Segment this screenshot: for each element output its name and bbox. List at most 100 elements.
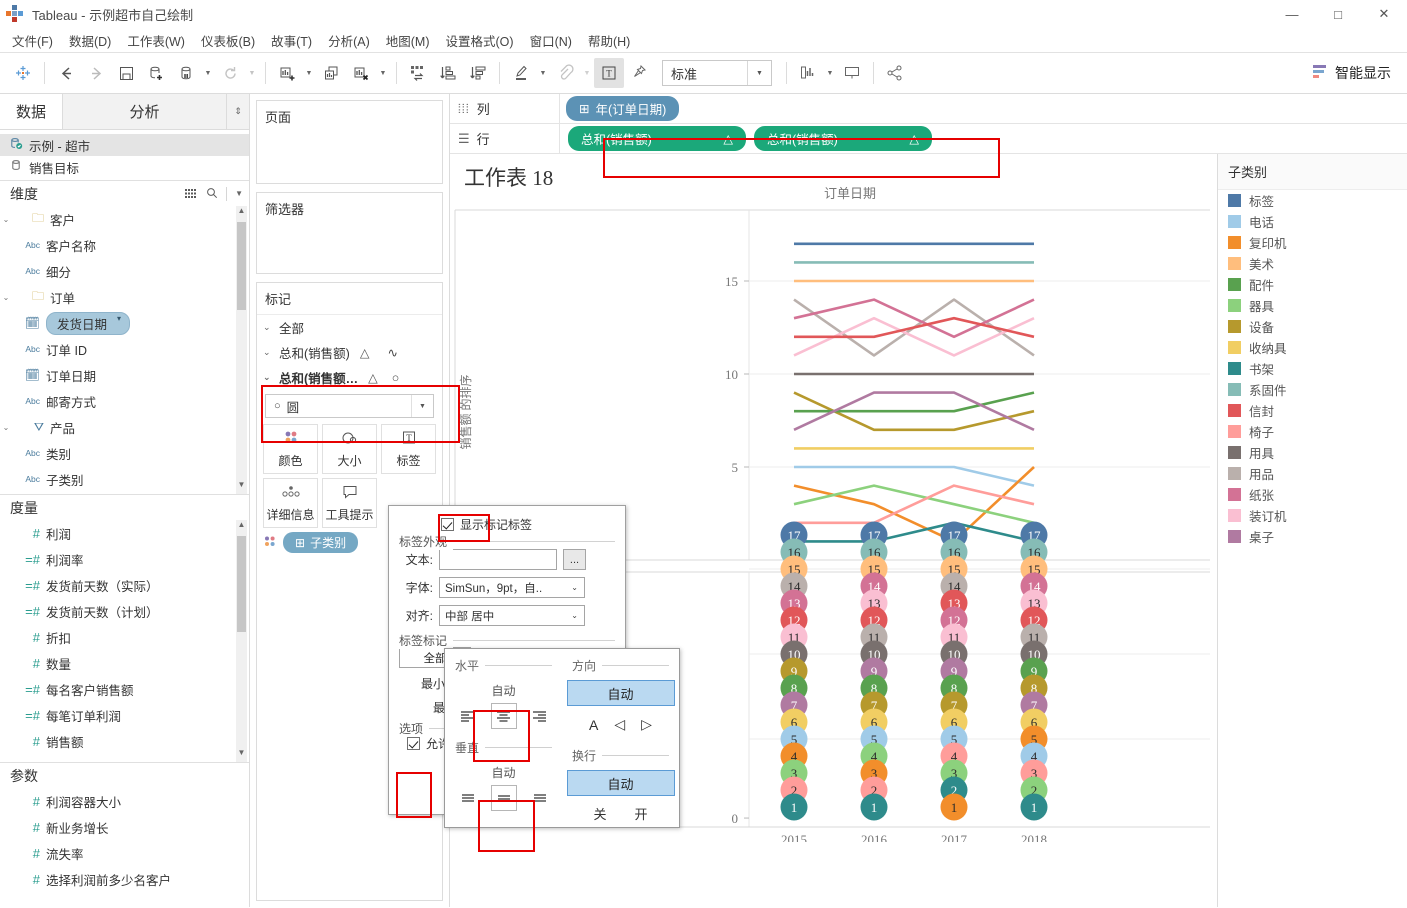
back-icon[interactable]: [51, 58, 81, 88]
chevron-down-icon[interactable]: ⌄: [263, 322, 273, 333]
close-button[interactable]: ✕: [1361, 0, 1407, 28]
maximize-button[interactable]: □: [1315, 0, 1361, 28]
parameter-top-n-customers[interactable]: # 选择利润前多少名客户: [0, 866, 249, 892]
parameter-profit-bin-size[interactable]: # 利润容器大小: [0, 788, 249, 814]
sort-descending-icon[interactable]: [463, 58, 493, 88]
menu-story[interactable]: 故事(T): [263, 28, 320, 53]
measure-quantity[interactable]: # 数量: [0, 650, 249, 676]
legend-item[interactable]: 信封: [1218, 400, 1407, 421]
scroll-up-arrow[interactable]: ▲: [236, 206, 247, 220]
columns-shelf[interactable]: ⦙⦙⦙ 列 ⊞ 年(订单日期): [450, 94, 1407, 124]
share-icon[interactable]: [880, 58, 910, 88]
legend-item[interactable]: 装订机: [1218, 505, 1407, 526]
menu-dashboard[interactable]: 仪表板(B): [193, 28, 263, 53]
menu-worksheet[interactable]: 工作表(W): [119, 28, 193, 53]
legend-item[interactable]: 设备: [1218, 316, 1407, 337]
label-font-select[interactable]: SimSun，9pt，自.. ⌄: [439, 577, 585, 598]
dimension-segment[interactable]: Abc 细分: [0, 258, 249, 284]
clear-sheet-icon[interactable]: [346, 58, 376, 88]
clear-sheet-caret[interactable]: ▼: [376, 58, 390, 88]
chevron-down-icon[interactable]: ⌄: [263, 347, 273, 358]
scroll-down-arrow[interactable]: ▼: [236, 480, 247, 494]
direction-up-button[interactable]: ◁: [614, 716, 625, 733]
show-hide-cards-caret[interactable]: ▼: [823, 58, 837, 88]
legend-item[interactable]: 收纳具: [1218, 337, 1407, 358]
dimension-folder-orders[interactable]: ⌄ 🗀 订单: [0, 284, 249, 310]
measure-sales-per-customer[interactable]: =# 每名客户销售额: [0, 676, 249, 702]
legend-item[interactable]: 美术: [1218, 253, 1407, 274]
chart-line-series[interactable]: [794, 521, 1035, 543]
legend-item[interactable]: 复印机: [1218, 232, 1407, 253]
legend-item[interactable]: 桌子: [1218, 526, 1407, 547]
chart-line-series[interactable]: [794, 484, 1035, 525]
mark-type-select[interactable]: ○ 圆 ▼: [265, 394, 434, 418]
direction-horizontal-button[interactable]: A: [589, 717, 598, 733]
dimension-ship-date[interactable]: 🗓 发货日期: [0, 310, 249, 336]
parameter-new-business-growth[interactable]: # 新业务增长: [0, 814, 249, 840]
continuous-triangle-icon[interactable]: △: [909, 131, 919, 146]
continuous-triangle-icon[interactable]: △: [723, 131, 733, 146]
highlight-icon[interactable]: [506, 58, 536, 88]
datasource-item-sales-target[interactable]: 销售目标: [0, 156, 249, 178]
marks-layer-sum-sales-2[interactable]: ⌄ 总和(销售额… △ ○: [257, 365, 442, 390]
expand-arrow[interactable]: ⌄: [0, 215, 12, 224]
dimension-hierarchy-product[interactable]: ⌄ ⛛ 产品: [0, 414, 249, 440]
allow-overlap-checkbox[interactable]: [407, 737, 420, 750]
label-text-ellipsis-button[interactable]: ...: [563, 549, 586, 570]
data-pane-resize-icon[interactable]: ⇕: [227, 94, 249, 129]
menu-analysis[interactable]: 分析(A): [320, 28, 378, 53]
legend-item[interactable]: 电话: [1218, 211, 1407, 232]
marks-field-pill-subcategory[interactable]: ⊞ 子类别: [283, 532, 359, 553]
duplicate-sheet-icon[interactable]: [316, 58, 346, 88]
pill-sum-sales-2[interactable]: 总和(销售额) △: [754, 126, 932, 151]
show-me-button[interactable]: 智能显示: [1303, 59, 1399, 87]
dimension-category[interactable]: Abc 类别: [0, 440, 249, 466]
highlight-caret[interactable]: ▼: [536, 58, 550, 88]
align-middle-button[interactable]: [490, 785, 517, 811]
menu-data[interactable]: 数据(D): [61, 28, 119, 53]
tab-analytics[interactable]: 分析: [63, 94, 227, 129]
refresh-dropdown-caret[interactable]: ▼: [245, 58, 259, 88]
measure-profit-ratio[interactable]: =# 利润率: [0, 546, 249, 572]
dimension-order-id[interactable]: Abc 订单 ID: [0, 336, 249, 362]
wrap-auto-button[interactable]: 自动: [566, 770, 675, 796]
scroll-down-arrow[interactable]: ▼: [236, 748, 247, 762]
measure-days-to-ship-scheduled[interactable]: =# 发货前天数（计划）: [0, 598, 249, 624]
save-icon[interactable]: [111, 58, 141, 88]
pill-year-order-date[interactable]: ⊞ 年(订单日期): [566, 96, 680, 121]
legend-item[interactable]: 椅子: [1218, 421, 1407, 442]
show-mark-labels-checkbox[interactable]: [441, 518, 454, 531]
marks-layer-sum-sales-1[interactable]: ⌄ 总和(销售额) △ ∿: [257, 340, 442, 365]
measure-discount[interactable]: # 折扣: [0, 624, 249, 650]
legend-item[interactable]: 用具: [1218, 442, 1407, 463]
pause-dropdown-caret[interactable]: ▼: [201, 58, 215, 88]
search-icon[interactable]: [206, 186, 218, 202]
align-left-button[interactable]: [455, 703, 481, 729]
legend-item[interactable]: 器具: [1218, 295, 1407, 316]
wrap-off-button[interactable]: 关: [593, 804, 606, 823]
chart-line-series[interactable]: [794, 465, 1035, 487]
legend-item[interactable]: 书架: [1218, 358, 1407, 379]
legend-item[interactable]: 配件: [1218, 274, 1407, 295]
scroll-up-arrow[interactable]: ▲: [236, 520, 247, 534]
menu-map[interactable]: 地图(M): [378, 28, 438, 53]
show-mark-labels-icon[interactable]: T: [594, 58, 624, 88]
measure-days-to-ship-actual[interactable]: =# 发货前天数（实际）: [0, 572, 249, 598]
marks-layer-all[interactable]: ⌄ 全部: [257, 315, 442, 340]
chevron-down-icon[interactable]: ⌄: [567, 611, 582, 620]
detail-button[interactable]: 详细信息: [263, 478, 318, 528]
fix-axes-icon[interactable]: [550, 58, 580, 88]
label-align-select[interactable]: 中部 居中 ⌄: [439, 605, 585, 626]
size-button[interactable]: 大小: [322, 424, 377, 474]
dimensions-scrollbar[interactable]: ▲ ▼: [236, 206, 247, 494]
fit-select[interactable]: 标准 ▼: [662, 60, 772, 86]
legend-item[interactable]: 用品: [1218, 463, 1407, 484]
refresh-data-source-icon[interactable]: [215, 58, 245, 88]
align-top-button[interactable]: [455, 785, 481, 811]
new-worksheet-caret[interactable]: ▼: [302, 58, 316, 88]
measure-sales[interactable]: # 销售额: [0, 728, 249, 754]
legend-item[interactable]: 标签: [1218, 190, 1407, 211]
align-right-button[interactable]: [527, 703, 553, 729]
label-button[interactable]: T 标签: [381, 424, 436, 474]
sort-ascending-icon[interactable]: [433, 58, 463, 88]
